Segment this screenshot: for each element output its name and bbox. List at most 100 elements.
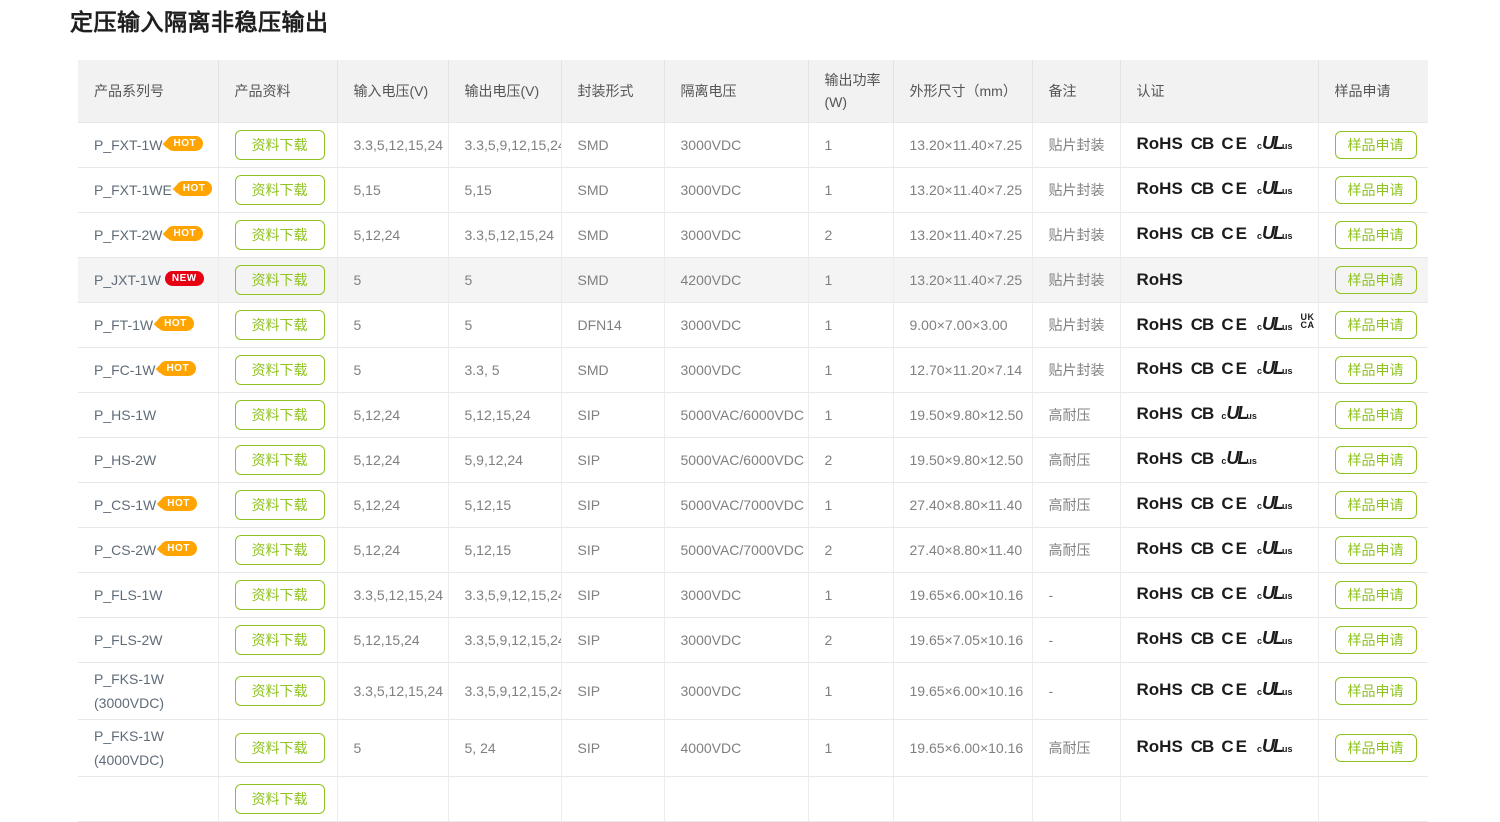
certification-cell: RoHSCBCEcULus xyxy=(1120,617,1318,662)
product-series-link[interactable]: P_CS-1W xyxy=(94,497,156,513)
sample-cell: 样品申请 xyxy=(1318,347,1428,392)
download-button[interactable]: 资料下载 xyxy=(235,676,325,706)
cb-mark: CB xyxy=(1191,737,1214,757)
certification-cell: RoHSCBCEcULus xyxy=(1120,167,1318,212)
download-button[interactable]: 资料下载 xyxy=(235,445,325,475)
download-button[interactable]: 资料下载 xyxy=(235,625,325,655)
download-button[interactable]: 资料下载 xyxy=(235,400,325,430)
output-power-cell: 1 xyxy=(808,572,893,617)
cb-mark: CB xyxy=(1191,359,1214,379)
sample-request-button[interactable]: 样品申请 xyxy=(1335,677,1417,705)
download-button[interactable]: 资料下载 xyxy=(235,220,325,250)
input-voltage-cell: 5 xyxy=(337,347,448,392)
column-header-label: 样品申请 xyxy=(1335,83,1391,99)
product-series-link[interactable]: P_FKS-1W xyxy=(94,728,164,744)
product-series-link[interactable]: P_FXT-1WE xyxy=(94,182,172,198)
download-cell: 资料下载 xyxy=(218,392,337,437)
sample-request-button[interactable]: 样品申请 xyxy=(1335,311,1417,339)
cul-us-mark: cULus xyxy=(1257,178,1293,201)
certification-cell: RoHSCBCEcULus xyxy=(1120,662,1318,719)
certification-cell xyxy=(1120,776,1318,821)
sample-request-button[interactable]: 样品申请 xyxy=(1335,446,1417,474)
sample-request-button[interactable]: 样品申请 xyxy=(1335,176,1417,204)
cul-us-mark-us: us xyxy=(1282,186,1293,196)
download-cell: 资料下载 xyxy=(218,572,337,617)
output-power-cell: 1 xyxy=(808,347,893,392)
table-row: P_JXT-1WNEW资料下载55SMD4200VDC113.20×11.40×… xyxy=(78,257,1428,302)
note-cell: 高耐压 xyxy=(1032,719,1120,776)
product-series-link[interactable]: P_FXT-1W xyxy=(94,137,162,153)
cb-mark: CB xyxy=(1191,134,1214,154)
ce-mark: CE xyxy=(1221,179,1249,199)
product-series-cell: P_CS-2WHOT xyxy=(78,527,218,572)
cul-us-mark-ul: UL xyxy=(1226,448,1246,468)
download-button[interactable]: 资料下载 xyxy=(235,784,325,814)
cul-us-mark-ul: UL xyxy=(1226,403,1246,423)
column-header-label: 产品资料 xyxy=(235,83,291,99)
download-button[interactable]: 资料下载 xyxy=(235,490,325,520)
cul-us-mark: cULus xyxy=(1257,628,1293,651)
output-voltage-cell: 3.3,5,9,12,15,24 xyxy=(448,122,561,167)
download-button[interactable]: 资料下载 xyxy=(235,535,325,565)
product-series-link[interactable]: P_FXT-2W xyxy=(94,227,162,243)
product-series-link[interactable]: P_FT-1W xyxy=(94,317,153,333)
product-series-link[interactable]: P_FC-1W xyxy=(94,362,155,378)
input-voltage-cell: 5,15 xyxy=(337,167,448,212)
note-cell: 贴片封装 xyxy=(1032,212,1120,257)
sample-request-button[interactable]: 样品申请 xyxy=(1335,401,1417,429)
sample-request-button[interactable]: 样品申请 xyxy=(1335,626,1417,654)
product-series-link[interactable]: P_FLS-1W xyxy=(94,587,162,603)
ce-mark: CE xyxy=(1221,315,1249,335)
product-series-link[interactable]: P_CS-2W xyxy=(94,542,156,558)
download-button[interactable]: 资料下载 xyxy=(235,310,325,340)
input-voltage-cell: 5,12,24 xyxy=(337,482,448,527)
cul-us-mark: cULus xyxy=(1257,583,1293,606)
dimensions-cell xyxy=(893,776,1032,821)
input-voltage-cell: 5,12,15,24 xyxy=(337,617,448,662)
dimensions-cell: 13.20×11.40×7.25 xyxy=(893,212,1032,257)
sample-request-button[interactable]: 样品申请 xyxy=(1335,266,1417,294)
output-power-cell: 1 xyxy=(808,719,893,776)
table-row: P_FC-1WHOT资料下载53.3, 5SMD3000VDC112.70×11… xyxy=(78,347,1428,392)
product-series-link[interactable]: P_HS-2W xyxy=(94,452,156,468)
product-series-link[interactable]: P_JXT-1W xyxy=(94,272,161,288)
dimensions-cell: 13.20×11.40×7.25 xyxy=(893,167,1032,212)
cul-us-mark-ul: UL xyxy=(1262,628,1282,648)
download-button[interactable]: 资料下载 xyxy=(235,580,325,610)
table-row: P_FXT-1WEHOT资料下载5,155,15SMD3000VDC113.20… xyxy=(78,167,1428,212)
product-series-link[interactable]: P_HS-1W xyxy=(94,407,156,423)
sample-request-button[interactable]: 样品申请 xyxy=(1335,491,1417,519)
product-series-link[interactable]: P_FLS-2W xyxy=(94,632,162,648)
download-button[interactable]: 资料下载 xyxy=(235,130,325,160)
hot-badge: HOT xyxy=(160,496,197,511)
table-row: P_FT-1WHOT资料下载55DFN143000VDC19.00×7.00×3… xyxy=(78,302,1428,347)
output-power-cell: 2 xyxy=(808,212,893,257)
product-table: 产品系列号产品资料输入电压(V)输出电压(V)封装形式隔离电压输出功率 (W)外… xyxy=(78,60,1428,822)
input-voltage-cell: 3.3,5,12,15,24 xyxy=(337,662,448,719)
cul-us-mark-ul: UL xyxy=(1262,223,1282,243)
sample-request-button[interactable]: 样品申请 xyxy=(1335,131,1417,159)
certification-cell: RoHSCBCEcULusUKCA xyxy=(1120,302,1318,347)
sample-request-button[interactable]: 样品申请 xyxy=(1335,356,1417,384)
input-voltage-cell xyxy=(337,776,448,821)
download-button[interactable]: 资料下载 xyxy=(235,265,325,295)
product-series-suffix: (4000VDC) xyxy=(94,750,210,770)
output-power-cell xyxy=(808,776,893,821)
cul-us-mark-ul: UL xyxy=(1262,493,1282,513)
rohs-mark: RoHS xyxy=(1137,584,1183,604)
rohs-mark: RoHS xyxy=(1137,224,1183,244)
sample-request-button[interactable]: 样品申请 xyxy=(1335,536,1417,564)
output-power-cell: 2 xyxy=(808,527,893,572)
download-button[interactable]: 资料下载 xyxy=(235,733,325,763)
product-series-link[interactable]: P_FKS-1W xyxy=(94,671,164,687)
product-series-cell: P_FXT-1WHOT xyxy=(78,122,218,167)
download-button[interactable]: 资料下载 xyxy=(235,355,325,385)
dimensions-cell: 19.50×9.80×12.50 xyxy=(893,392,1032,437)
output-power-cell: 1 xyxy=(808,392,893,437)
sample-request-button[interactable]: 样品申请 xyxy=(1335,581,1417,609)
sample-request-button[interactable]: 样品申请 xyxy=(1335,221,1417,249)
hot-badge: HOT xyxy=(157,316,194,331)
download-button[interactable]: 资料下载 xyxy=(235,175,325,205)
sample-request-button[interactable]: 样品申请 xyxy=(1335,734,1417,762)
output-power-cell: 1 xyxy=(808,302,893,347)
